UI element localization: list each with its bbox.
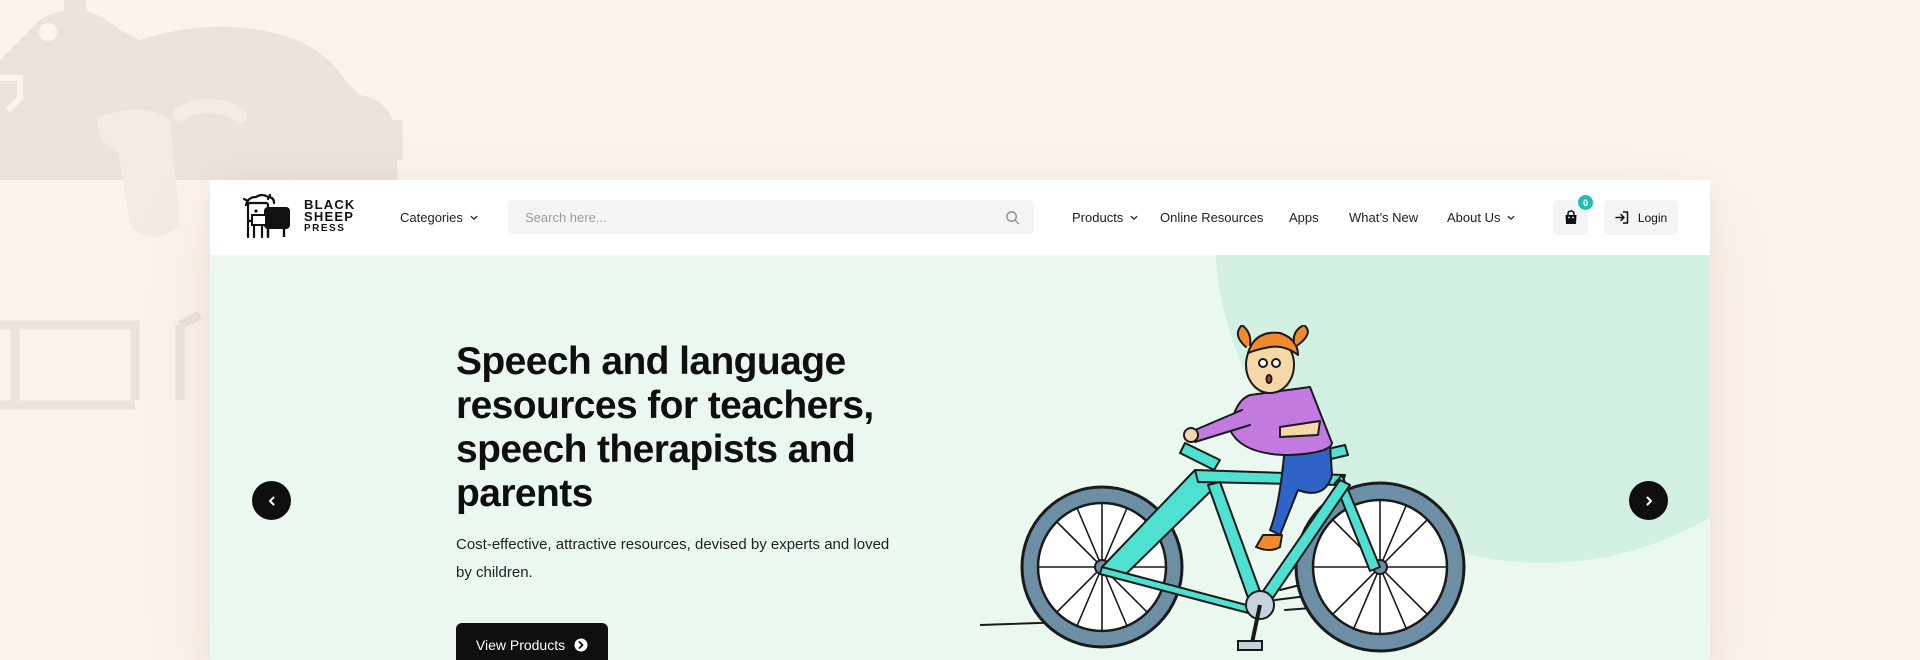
cart-button[interactable]: 0 [1553,194,1594,235]
about-us-label: About Us [1447,210,1501,225]
cart-count-badge: 0 [1577,194,1594,211]
online-resources-label: Online Resources [1160,210,1264,225]
carousel-prev-button[interactable] [252,481,291,520]
search-icon[interactable] [1005,210,1020,225]
brand-name-line-3: PRESS [304,223,346,234]
login-arrow-icon [1615,211,1629,224]
view-products-button[interactable]: View Products [456,623,608,660]
hero-carousel: Speech and language resources for teache… [210,255,1710,660]
nav-whats-new[interactable]: What’s New [1349,180,1418,255]
brand-name-line-2: SHEEP [304,209,355,224]
site-header: BLACK SHEEP PRESS Categories Products On… [210,180,1710,255]
nav-online-resources[interactable]: Online Resources [1160,180,1263,255]
products-dropdown[interactable]: Products [1072,180,1138,255]
categories-dropdown[interactable]: Categories [400,180,478,255]
brand-wordmark: BLACK SHEEP PRESS [304,198,356,235]
hero-title: Speech and language resources for teache… [456,340,874,515]
chevron-down-icon [1508,215,1515,220]
search-input[interactable] [523,208,1005,226]
carousel-next-button[interactable] [1629,481,1668,520]
about-us-dropdown[interactable]: About Us [1447,180,1515,255]
sheep-logo-icon [240,191,292,243]
login-button[interactable]: Login [1604,200,1678,235]
arrow-circle-right-icon [574,638,588,652]
categories-label: Categories [400,210,463,225]
hero-subtitle: Cost-effective, attractive resources, de… [456,536,890,581]
shopping-bag-icon [1565,210,1576,224]
nav-apps[interactable]: Apps [1289,180,1319,255]
search-bar [508,200,1034,234]
products-label: Products [1072,210,1124,225]
chevron-right-icon [1646,496,1652,505]
whats-new-label: What’s New [1349,210,1419,225]
chevron-left-icon [268,496,274,505]
girl-on-bicycle-illustration [980,325,1466,653]
chevron-down-icon [1130,215,1138,220]
brand-logo[interactable]: BLACK SHEEP PRESS [240,191,356,243]
login-label: Login [1637,210,1668,225]
apps-label: Apps [1289,210,1319,225]
chevron-down-icon [470,215,478,220]
browser-window: BLACK SHEEP PRESS Categories Products On… [210,180,1710,660]
